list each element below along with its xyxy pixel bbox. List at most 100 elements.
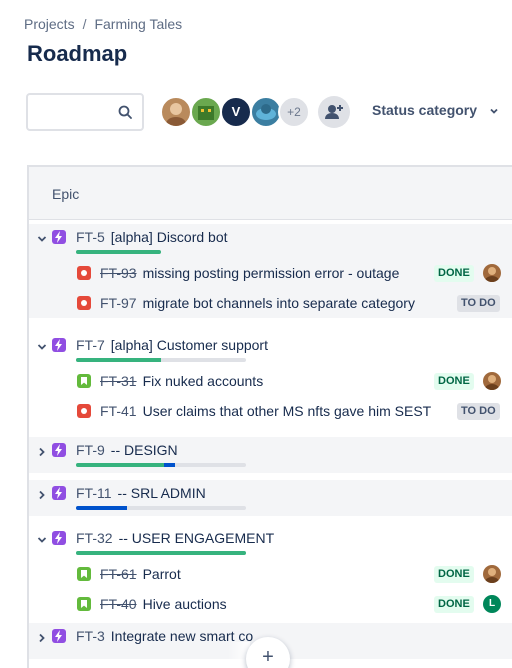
chevron-right-icon[interactable]: [36, 632, 48, 644]
epic-progress-bar: [76, 358, 246, 362]
issue-row[interactable]: FT-31 Fix nuked accounts DONE: [29, 366, 512, 396]
epic-key: FT-5: [76, 229, 105, 245]
search-icon: [118, 105, 132, 119]
epic-icon: [52, 629, 66, 643]
issue-row[interactable]: FT-97 migrate bot channels into separate …: [29, 288, 512, 318]
breadcrumb-project-link[interactable]: Farming Tales: [94, 16, 182, 32]
epic-row[interactable]: FT-11 -- SRL ADMIN: [29, 480, 512, 516]
epic-key: FT-7: [76, 337, 105, 353]
epic-icon: [52, 486, 66, 500]
story-icon: [77, 597, 91, 611]
epic-progress-bar: [76, 551, 246, 555]
progress-done-fill: [76, 463, 165, 467]
status-lozenge: DONE: [434, 596, 474, 613]
progress-inprogress-fill: [76, 506, 127, 510]
breadcrumb-projects-link[interactable]: Projects: [24, 16, 75, 32]
avatar-more-count[interactable]: +2: [278, 96, 310, 128]
issue-title[interactable]: FT-93 missing posting permission error - …: [100, 265, 399, 281]
issue-row[interactable]: FT-40 Hive auctions DONE L: [29, 589, 512, 619]
issue-row[interactable]: FT-93 missing posting permission error - …: [29, 258, 512, 288]
epic-icon: [52, 230, 66, 244]
issue-title[interactable]: FT-41 User claims that other MS nfts gave…: [100, 403, 431, 419]
assignee-avatar[interactable]: [483, 372, 501, 390]
chevron-down-icon: [490, 109, 498, 115]
add-person-button[interactable]: [318, 96, 350, 128]
epic-column-header: Epic: [29, 167, 512, 220]
status-lozenge: DONE: [434, 265, 474, 282]
epic-key: FT-3: [76, 628, 105, 644]
issue-row[interactable]: FT-41 User claims that other MS nfts gave…: [29, 396, 512, 426]
avatar-user-v[interactable]: V: [220, 96, 252, 128]
status-lozenge: TO DO: [457, 403, 500, 420]
chevron-down-icon[interactable]: [36, 534, 48, 546]
page-title: Roadmap: [27, 41, 128, 66]
roadmap-panel: Epic FT-5 [alpha] Discord bot FT-93 missing…: [27, 165, 512, 668]
epic-title[interactable]: FT-5 [alpha] Discord bot: [76, 229, 228, 245]
epic-summary: -- SRL ADMIN: [117, 485, 206, 501]
assignee-avatar[interactable]: [483, 565, 501, 583]
avatar-user-1[interactable]: [160, 96, 192, 128]
issue-summary: missing posting permission error - outag…: [142, 265, 400, 281]
issue-key: FT-93: [100, 265, 137, 281]
status-lozenge: DONE: [434, 373, 474, 390]
issue-summary: Hive auctions: [142, 596, 227, 612]
issue-title[interactable]: FT-97 migrate bot channels into separate …: [100, 295, 415, 311]
epic-icon: [52, 531, 66, 545]
epic-key: FT-9: [76, 442, 105, 458]
progress-done-fill: [76, 358, 161, 362]
avatar-user-2[interactable]: [190, 96, 222, 128]
status-category-dropdown[interactable]: Status category: [372, 102, 499, 118]
issue-key: FT-41: [100, 403, 137, 419]
issue-title[interactable]: FT-40 Hive auctions: [100, 596, 227, 612]
epic-icon: [52, 443, 66, 457]
status-lozenge: TO DO: [457, 295, 500, 312]
issue-key: FT-97: [100, 295, 137, 311]
progress-done-fill: [76, 250, 161, 254]
issue-title[interactable]: FT-61 Parrot: [100, 566, 181, 582]
epic-row[interactable]: FT-32 -- USER ENGAGEMENT: [29, 525, 512, 561]
bug-icon: [77, 296, 91, 310]
epic-summary: [alpha] Customer support: [110, 337, 268, 353]
epic-row[interactable]: FT-5 [alpha] Discord bot: [29, 224, 512, 260]
epic-title[interactable]: FT-7 [alpha] Customer support: [76, 337, 268, 353]
issue-row[interactable]: FT-61 Parrot DONE: [29, 559, 512, 589]
assignee-avatar[interactable]: L: [483, 595, 501, 613]
search-box[interactable]: [26, 93, 144, 131]
status-lozenge: DONE: [434, 566, 474, 583]
assignee-avatar[interactable]: [483, 264, 501, 282]
epic-summary: -- DESIGN: [110, 442, 178, 458]
progress-inprogress-fill: [164, 463, 175, 467]
epic-row[interactable]: FT-7 [alpha] Customer support: [29, 332, 512, 368]
chevron-down-icon[interactable]: [36, 341, 48, 353]
epic-progress-bar: [76, 506, 246, 510]
story-icon: [77, 374, 91, 388]
chevron-right-icon[interactable]: [36, 489, 48, 501]
breadcrumb: Projects / Farming Tales: [24, 16, 182, 32]
epic-title[interactable]: FT-3 Integrate new smart co: [76, 628, 253, 644]
issue-summary: User claims that other MS nfts gave him …: [142, 403, 432, 419]
story-icon: [77, 567, 91, 581]
chevron-right-icon[interactable]: [36, 446, 48, 458]
search-input[interactable]: [28, 95, 108, 129]
epic-row[interactable]: FT-9 -- DESIGN: [29, 437, 512, 473]
breadcrumb-separator: /: [82, 16, 87, 32]
epic-title[interactable]: FT-32 -- USER ENGAGEMENT: [76, 530, 274, 546]
bug-icon: [77, 404, 91, 418]
epic-progress-bar: [76, 250, 161, 254]
bug-icon: [77, 266, 91, 280]
chevron-down-icon[interactable]: [36, 233, 48, 245]
issue-summary: Parrot: [142, 566, 181, 582]
epic-key: FT-11: [76, 485, 112, 501]
epic-icon: [52, 338, 66, 352]
epic-summary: [alpha] Discord bot: [110, 229, 228, 245]
epic-title[interactable]: FT-9 -- DESIGN: [76, 442, 178, 458]
epic-title[interactable]: FT-11 -- SRL ADMIN: [76, 485, 206, 501]
issue-title[interactable]: FT-31 Fix nuked accounts: [100, 373, 263, 389]
issue-summary: migrate bot channels into separate categ…: [142, 295, 415, 311]
toolbar: V +2 Status category: [26, 93, 506, 131]
epic-progress-bar: [76, 463, 246, 467]
status-category-label: Status category: [372, 102, 478, 118]
add-person-icon: [325, 105, 343, 119]
issue-key: FT-40: [100, 596, 137, 612]
epic-key: FT-32: [76, 530, 113, 546]
